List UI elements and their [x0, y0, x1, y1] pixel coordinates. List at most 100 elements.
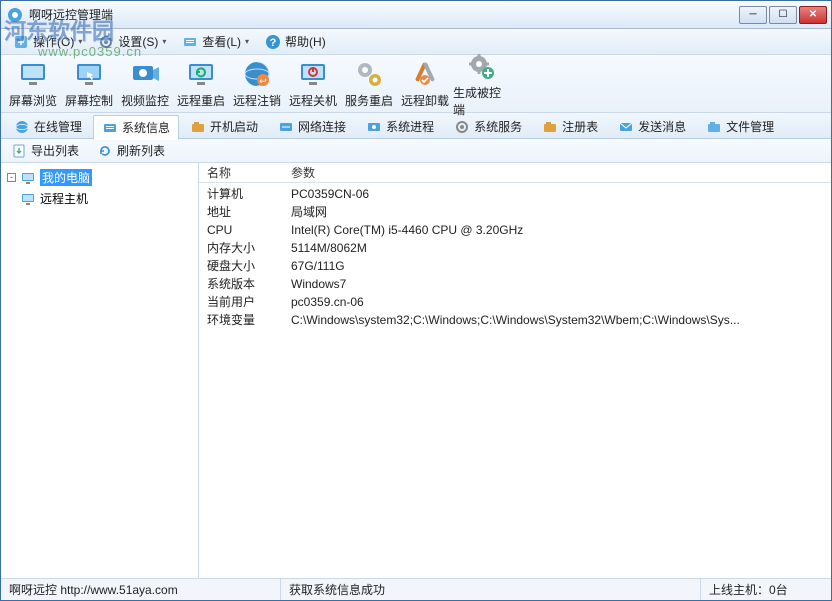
row-name: 计算机 — [199, 185, 291, 203]
svg-text:?: ? — [270, 37, 277, 49]
service-restart-button[interactable]: 服务重启 — [341, 56, 397, 111]
screen-browse-button[interactable]: 屏幕浏览 — [5, 56, 61, 111]
generate-client-label: 生成被控端 — [453, 84, 509, 118]
screen-browse-label: 屏幕浏览 — [9, 92, 57, 109]
tree-item-my-computer[interactable]: -我的电脑 — [17, 167, 196, 188]
screen-control-label: 屏幕控制 — [65, 92, 113, 109]
detail-panel: 名称 参数 计算机PC0359CN-06地址局域网CPUIntel(R) Cor… — [199, 163, 831, 578]
info-row[interactable]: CPUIntel(R) Core(TM) i5-4460 CPU @ 3.20G… — [199, 221, 831, 239]
tab-system-info[interactable]: 系统信息 — [93, 115, 179, 140]
menu-help[interactable]: ? 帮助(H) — [259, 31, 332, 52]
tab-net-connect-label: 网络连接 — [298, 118, 346, 135]
export-list-label: 导出列表 — [31, 142, 79, 159]
info-row[interactable]: 系统版本Windows7 — [199, 275, 831, 293]
maximize-button[interactable]: ☐ — [769, 6, 797, 24]
row-value: 5114M/8062M — [291, 239, 831, 257]
screen-browse-icon — [17, 58, 49, 90]
refresh-list-button[interactable]: 刷新列表 — [93, 140, 169, 161]
tree-item-label: 远程主机 — [40, 190, 88, 207]
subbar: 导出列表 刷新列表 — [1, 139, 831, 163]
menu-help-label: 帮助(H) — [285, 33, 326, 50]
tab-online-manage-label: 在线管理 — [34, 118, 82, 135]
menu-operate[interactable]: 操作(O)▾ — [7, 31, 88, 52]
service-restart-label: 服务重启 — [345, 92, 393, 109]
gear-icon — [98, 34, 114, 50]
sys-process-icon — [366, 119, 382, 135]
status-url: 啊呀远控 http://www.51aya.com — [1, 579, 281, 600]
col-param[interactable]: 参数 — [291, 164, 831, 181]
menubar: 操作(O)▾ 设置(S)▾ 查看(L)▾ ? 帮助(H) — [1, 29, 831, 55]
generate-client-button[interactable]: 生成被控端 — [453, 48, 509, 120]
remote-shutdown-button[interactable]: 远程关机 — [285, 56, 341, 111]
panel-rows: 计算机PC0359CN-06地址局域网CPUIntel(R) Core(TM) … — [199, 183, 831, 578]
row-name: 当前用户 — [199, 293, 291, 311]
tab-online-manage[interactable]: 在线管理 — [5, 114, 91, 139]
sys-service-icon — [454, 119, 470, 135]
remote-logout-button[interactable]: ↩ 远程注销 — [229, 56, 285, 111]
tree-item-label: 我的电脑 — [40, 169, 92, 186]
svg-text:↩: ↩ — [259, 76, 267, 86]
titlebar: 啊呀远控管理端 ─ ☐ ✕ — [1, 1, 831, 29]
info-row[interactable]: 地址局域网 — [199, 203, 831, 221]
tab-boot-start-label: 开机启动 — [210, 118, 258, 135]
registry-icon — [542, 119, 558, 135]
info-row[interactable]: 内存大小5114M/8062M — [199, 239, 831, 257]
boot-start-icon — [190, 119, 206, 135]
tab-boot-start[interactable]: 开机启动 — [181, 114, 267, 139]
row-value: Windows7 — [291, 275, 831, 293]
menu-settings[interactable]: 设置(S)▾ — [92, 31, 172, 52]
operate-icon — [13, 34, 29, 50]
col-name[interactable]: 名称 — [199, 164, 291, 181]
remote-unload-icon — [409, 58, 441, 90]
row-name: 环境变量 — [199, 311, 291, 329]
tree-panel: -我的电脑远程主机 — [1, 163, 199, 578]
export-list-button[interactable]: 导出列表 — [7, 140, 83, 161]
remote-restart-button[interactable]: 远程重启 — [173, 56, 229, 111]
row-name: CPU — [199, 221, 291, 239]
statusbar: 啊呀远控 http://www.51aya.com 获取系统信息成功 上线主机：… — [1, 578, 831, 600]
info-row[interactable]: 当前用户pc0359.cn-06 — [199, 293, 831, 311]
menu-operate-label: 操作(O) — [33, 33, 74, 50]
computer-icon — [20, 170, 36, 186]
refresh-icon — [97, 143, 113, 159]
tab-send-message-label: 发送消息 — [638, 118, 686, 135]
info-row[interactable]: 环境变量C:\Windows\system32;C:\Windows;C:\Wi… — [199, 311, 831, 329]
refresh-list-label: 刷新列表 — [117, 142, 165, 159]
status-host-count: 上线主机：0台 — [701, 579, 831, 600]
minimize-button[interactable]: ─ — [739, 6, 767, 24]
toggle-icon[interactable]: - — [7, 173, 16, 182]
remote-restart-label: 远程重启 — [177, 92, 225, 109]
remote-unload-label: 远程卸载 — [401, 92, 449, 109]
remote-shutdown-label: 远程关机 — [289, 92, 337, 109]
tab-sys-process[interactable]: 系统进程 — [357, 114, 443, 139]
tab-file-manage-label: 文件管理 — [726, 118, 774, 135]
video-monitor-button[interactable]: 视频监控 — [117, 56, 173, 111]
row-name: 内存大小 — [199, 239, 291, 257]
row-name: 硬盘大小 — [199, 257, 291, 275]
video-monitor-icon — [129, 58, 161, 90]
tab-send-message[interactable]: 发送消息 — [609, 114, 695, 139]
row-value: 局域网 — [291, 203, 831, 221]
screen-control-button[interactable]: 屏幕控制 — [61, 56, 117, 111]
computer-icon — [20, 191, 36, 207]
online-manage-icon — [14, 119, 30, 135]
tab-registry[interactable]: 注册表 — [533, 114, 607, 139]
row-value: PC0359CN-06 — [291, 185, 831, 203]
info-row[interactable]: 计算机PC0359CN-06 — [199, 185, 831, 203]
row-value: pc0359.cn-06 — [291, 293, 831, 311]
export-icon — [11, 143, 27, 159]
send-message-icon — [618, 119, 634, 135]
remote-unload-button[interactable]: 远程卸载 — [397, 56, 453, 111]
menu-view[interactable]: 查看(L)▾ — [176, 31, 255, 52]
remote-shutdown-icon — [297, 58, 329, 90]
info-row[interactable]: 硬盘大小67G/111G — [199, 257, 831, 275]
tab-file-manage[interactable]: 文件管理 — [697, 114, 783, 139]
menu-settings-label: 设置(S) — [118, 33, 158, 50]
status-msg: 获取系统信息成功 — [281, 579, 701, 600]
remote-logout-label: 远程注销 — [233, 92, 281, 109]
close-button[interactable]: ✕ — [799, 6, 827, 24]
tree-item-remote-host[interactable]: 远程主机 — [17, 188, 196, 209]
row-value: 67G/111G — [291, 257, 831, 275]
tab-net-connect[interactable]: 网络连接 — [269, 114, 355, 139]
remote-logout-icon: ↩ — [241, 58, 273, 90]
